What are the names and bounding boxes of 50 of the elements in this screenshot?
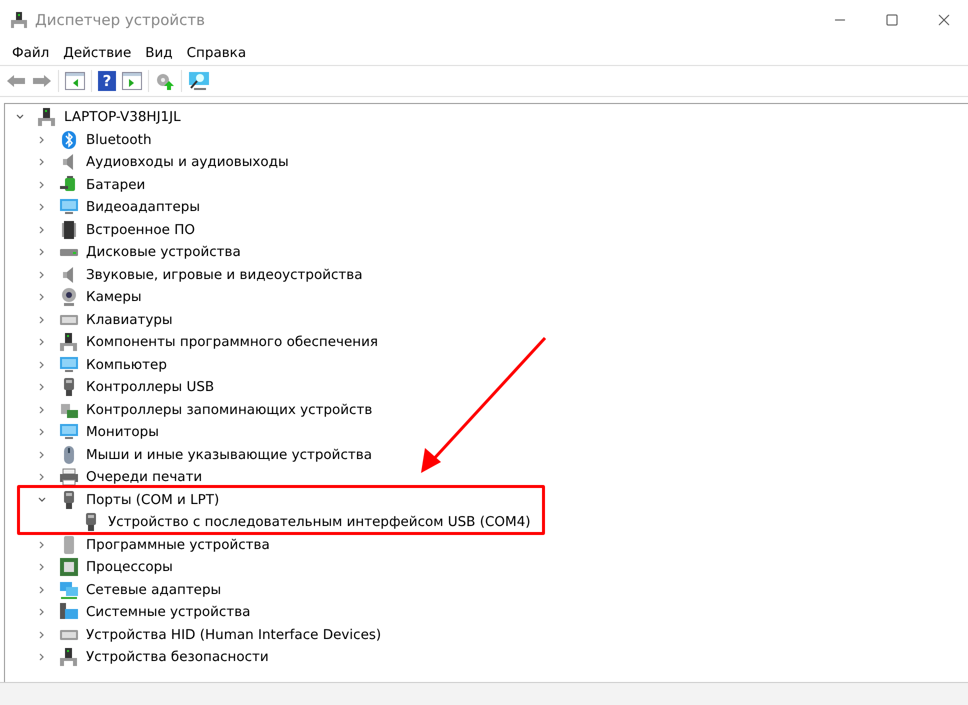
maximize-icon[interactable]	[886, 14, 898, 26]
close-icon[interactable]	[938, 14, 950, 26]
chip-icon	[59, 220, 79, 240]
computer-icon	[37, 107, 57, 128]
tree-item[interactable]: Аудиовходы и аудиовыходы	[86, 154, 289, 170]
tree-item[interactable]: Процессоры	[86, 559, 173, 576]
tree-item[interactable]: Компоненты программного обеспечения	[86, 334, 378, 350]
tree-item[interactable]: Батареи	[86, 176, 146, 193]
tree-item[interactable]: Сетевые адаптеры	[86, 582, 222, 598]
panel-icon[interactable]	[122, 72, 142, 90]
tree-item[interactable]: Встроенное ПО	[86, 222, 195, 238]
panel-icon[interactable]	[65, 72, 85, 90]
webcam-icon	[59, 287, 79, 308]
tree-item[interactable]: Мыши и иные указывающие устройства	[86, 446, 372, 463]
tree-item[interactable]: Контроллеры запоминающих устройств	[86, 402, 372, 418]
tree-item[interactable]: Компьютер	[86, 356, 167, 373]
tree-item[interactable]: Звуковые, игровые и видеоустройства	[86, 266, 363, 283]
tree-item[interactable]: LAPTOP-V38HJ1JL	[64, 109, 181, 126]
processor-icon	[59, 557, 79, 578]
tree-item[interactable]: Клавиатуры	[86, 312, 173, 328]
scan-monitor-icon[interactable]	[188, 71, 210, 91]
menu-item[interactable]: Справка	[186, 44, 246, 60]
tree-item[interactable]: Bluetooth	[86, 132, 152, 148]
tree-item[interactable]: Устройство с последовательным интерфейсом USB (COM4)	[108, 514, 531, 530]
tree-item[interactable]: Программные устройства	[86, 536, 270, 553]
back-arrow-icon[interactable]	[6, 73, 26, 89]
tree-item[interactable]: Системные устройства	[86, 604, 250, 620]
computer-icon	[59, 332, 79, 352]
forward-arrow-icon[interactable]	[32, 73, 52, 89]
tree-item[interactable]: Устройства безопасности	[86, 649, 269, 666]
printer-icon	[59, 467, 79, 488]
bluetooth-icon	[59, 130, 79, 150]
help-button[interactable]: ?	[98, 71, 116, 91]
tree-item[interactable]: Дисковые устройства	[86, 244, 241, 260]
tree-item[interactable]: Устройства HID (Human Interface Devices)	[86, 626, 382, 643]
computer-icon	[10, 11, 28, 29]
tree-item[interactable]: Контроллеры USB	[86, 379, 214, 396]
menu-item[interactable]: Вид	[145, 44, 173, 60]
menu-item[interactable]: Файл	[12, 44, 50, 60]
tree-item[interactable]: Камеры	[86, 289, 142, 306]
tree-item[interactable]: Видеоадаптеры	[86, 199, 200, 216]
computer-icon	[59, 647, 79, 668]
tree-item[interactable]: Порты (COM и LPT)	[86, 492, 220, 508]
network-icon	[59, 580, 79, 600]
update-driver-icon[interactable]	[155, 71, 175, 91]
tree-item[interactable]: Очереди печати	[86, 469, 202, 486]
tree-item[interactable]: Мониторы	[86, 424, 159, 440]
window-title: Диспетчер устройств	[35, 11, 206, 29]
monitor-icon	[59, 354, 79, 375]
menu-item[interactable]: Действие	[63, 44, 132, 60]
